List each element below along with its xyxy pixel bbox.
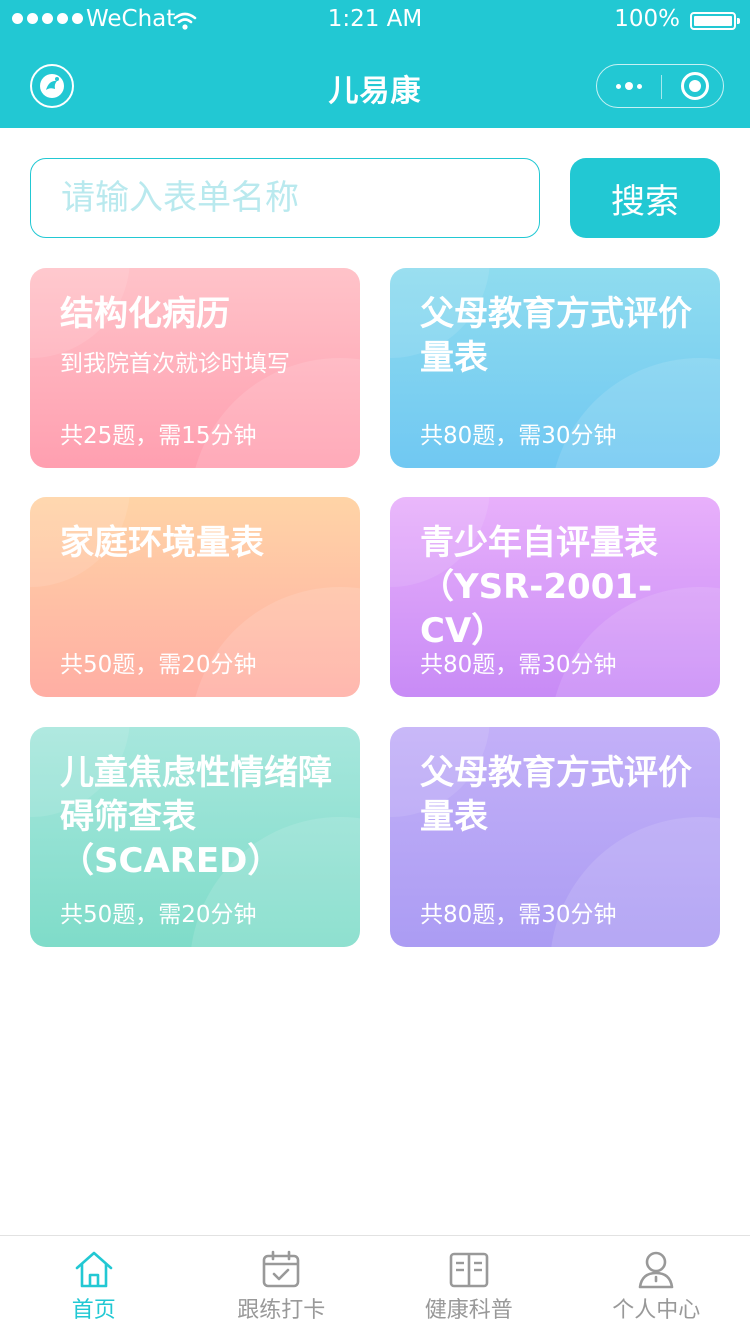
card-meta: 共50题，需20分钟 bbox=[60, 902, 257, 928]
card-meta: 共80题，需30分钟 bbox=[420, 423, 617, 449]
book-icon bbox=[447, 1248, 491, 1292]
card-title: 家庭环境量表 bbox=[60, 523, 264, 563]
tab-checkin[interactable]: 跟练打卡 bbox=[188, 1236, 376, 1334]
search-button[interactable]: 搜索 bbox=[570, 158, 720, 238]
tab-label: 个人中心 bbox=[612, 1298, 701, 1323]
tab-label: 健康科普 bbox=[424, 1298, 513, 1323]
card-title: 结构化病历 bbox=[60, 294, 230, 334]
calendar-check-icon bbox=[259, 1248, 303, 1292]
more-dots-icon[interactable] bbox=[597, 65, 661, 107]
card-meta: 共80题，需30分钟 bbox=[420, 652, 617, 678]
capsule-divider bbox=[661, 75, 662, 99]
card-title: 青少年自评量表（YSR-2001-CV） bbox=[420, 523, 658, 651]
tab-profile[interactable]: 个人中心 bbox=[563, 1236, 750, 1334]
form-card-youth-self-report[interactable]: 青少年自评量表（YSR-2001-CV） 共80题，需30分钟 bbox=[390, 497, 720, 697]
battery-icon bbox=[690, 12, 740, 30]
tab-health-science[interactable]: 健康科普 bbox=[375, 1236, 563, 1334]
search-input[interactable] bbox=[30, 158, 540, 238]
close-target-icon[interactable] bbox=[681, 72, 709, 100]
nav-bar: 儿易康 bbox=[0, 40, 750, 128]
person-icon bbox=[634, 1248, 678, 1292]
tab-label: 跟练打卡 bbox=[237, 1298, 326, 1323]
tab-home[interactable]: 首页 bbox=[0, 1236, 188, 1334]
header: WeChat 1:21 AM 100% 儿易康 bbox=[0, 0, 750, 128]
form-card-scared[interactable]: 儿童焦虑性情绪障碍筛查表（SCARED） 共50题，需20分钟 bbox=[30, 727, 360, 947]
form-card-parenting-style[interactable]: 父母教育方式评价量表 共80题，需30分钟 bbox=[390, 268, 720, 468]
form-card-parenting-style-2[interactable]: 父母教育方式评价量表 共80题，需30分钟 bbox=[390, 727, 720, 947]
card-title: 儿童焦虑性情绪障碍筛查表（SCARED） bbox=[60, 753, 332, 881]
card-meta: 共50题，需20分钟 bbox=[60, 652, 257, 678]
battery-percent: 100% bbox=[614, 6, 680, 32]
card-meta: 共25题，需15分钟 bbox=[60, 423, 257, 449]
card-subtitle: 到我院首次就诊时填写 bbox=[60, 351, 290, 377]
home-icon bbox=[72, 1248, 116, 1292]
mini-program-capsule bbox=[596, 64, 724, 108]
card-meta: 共80题，需30分钟 bbox=[420, 902, 617, 928]
form-card-structured-record[interactable]: 结构化病历 到我院首次就诊时填写 共25题，需15分钟 bbox=[30, 268, 360, 468]
card-title: 父母教育方式评价量表 bbox=[420, 753, 692, 837]
tab-bar: 首页 跟练打卡 健康科普 个人中心 bbox=[0, 1235, 750, 1334]
form-card-family-environment[interactable]: 家庭环境量表 共50题，需20分钟 bbox=[30, 497, 360, 697]
tab-label: 首页 bbox=[71, 1298, 116, 1323]
card-title: 父母教育方式评价量表 bbox=[420, 294, 692, 378]
status-bar: WeChat 1:21 AM 100% bbox=[0, 0, 750, 40]
